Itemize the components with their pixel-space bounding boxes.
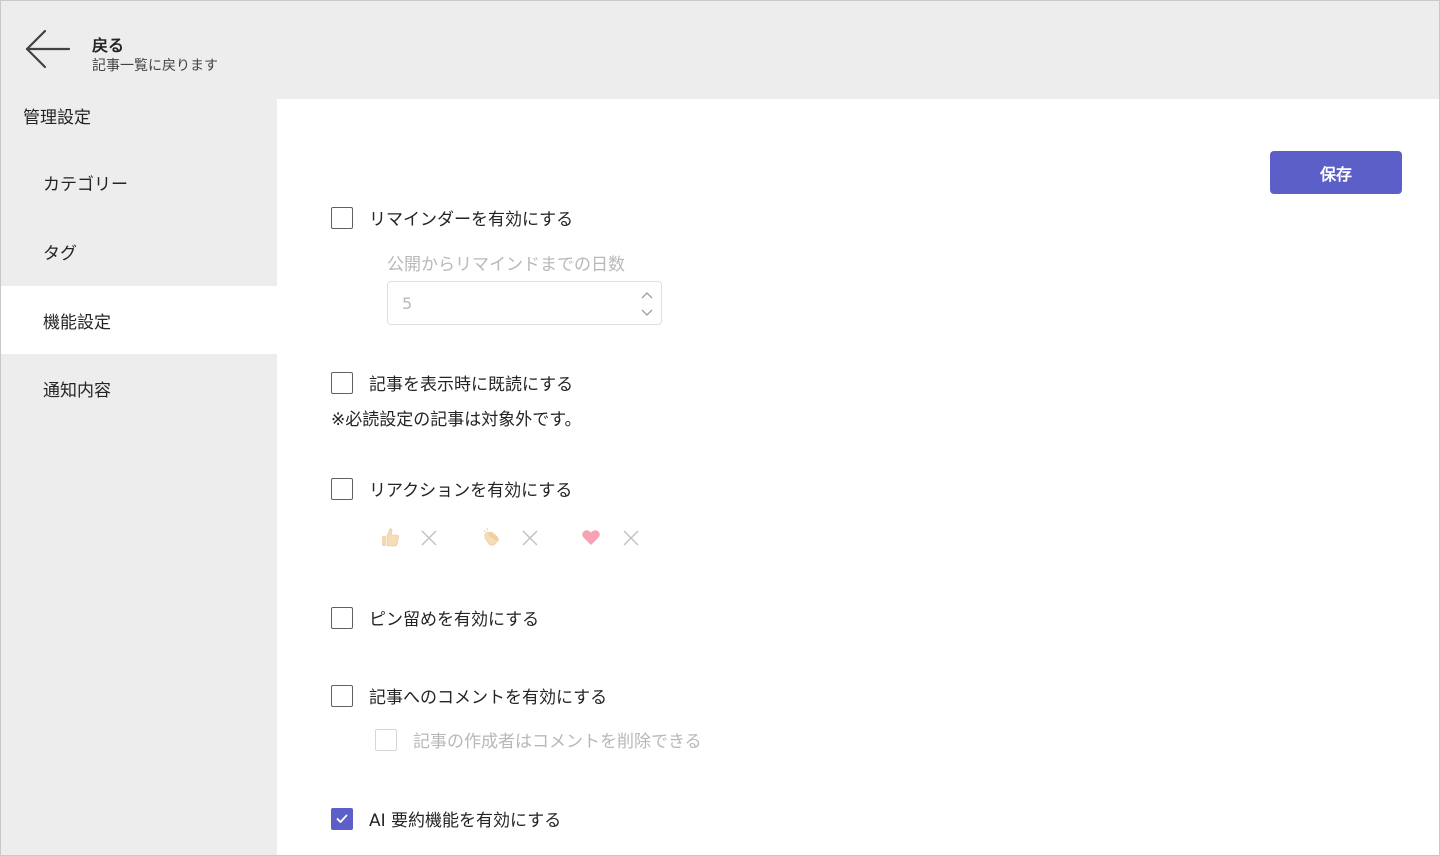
settings-panel: 保存 リマインダーを有効にする 公開からリマインドまでの日数 5 記事を表示時に…: [277, 99, 1439, 855]
app-window: 戻る 記事一覧に戻ります 管理設定 カテゴリー タグ 機能設定 通知内容 保存 …: [0, 0, 1440, 856]
close-icon[interactable]: [620, 527, 642, 549]
author-delete-setting: 記事の作成者はコメントを削除できる: [375, 727, 702, 752]
comments-checkbox[interactable]: [331, 684, 353, 707]
mark-read-label: 記事を表示時に既読にする: [369, 375, 574, 395]
ai-summary-checkbox[interactable]: [331, 807, 353, 830]
reminder-setting: リマインダーを有効にする: [331, 205, 573, 230]
reactions-label: リアクションを有効にする: [369, 481, 573, 501]
sidebar: 管理設定 カテゴリー タグ 機能設定 通知内容: [1, 99, 277, 855]
reactions-checkbox[interactable]: [331, 477, 353, 500]
save-button[interactable]: 保存: [1270, 151, 1402, 194]
mark-read-setting: 記事を表示時に既読にする: [331, 370, 573, 395]
chevron-up-icon[interactable]: [639, 287, 655, 301]
pin-checkbox[interactable]: [331, 606, 353, 629]
close-icon[interactable]: [418, 527, 440, 549]
reminder-days-input[interactable]: 5: [387, 281, 662, 325]
sidebar-item-feature-settings[interactable]: 機能設定: [1, 286, 277, 354]
checkmark-icon: [336, 814, 348, 823]
sidebar-title: 管理設定: [23, 108, 91, 128]
author-delete-checkbox[interactable]: [375, 728, 397, 751]
reminder-days-value: 5: [402, 294, 413, 313]
sidebar-item-notification-content[interactable]: 通知内容: [1, 354, 277, 422]
back-subtitle: 記事一覧に戻ります: [92, 58, 218, 74]
ai-summary-label: AI 要約機能を有効にする: [369, 811, 562, 831]
sidebar-item-label: カテゴリー: [43, 174, 128, 195]
header: 戻る 記事一覧に戻ります: [1, 1, 1439, 99]
sidebar-item-category[interactable]: カテゴリー: [1, 148, 277, 216]
clapping-hands-icon: [480, 526, 502, 548]
close-icon[interactable]: [519, 527, 541, 549]
sidebar-item-label: タグ: [43, 243, 77, 264]
sidebar-item-tag[interactable]: タグ: [1, 217, 277, 285]
back-title[interactable]: 戻る: [92, 32, 124, 56]
sidebar-item-label: 通知内容: [43, 380, 111, 401]
author-delete-label: 記事の作成者はコメントを削除できる: [413, 732, 702, 752]
back-arrow-icon[interactable]: [23, 27, 71, 71]
pin-label: ピン留めを有効にする: [369, 610, 540, 630]
reminder-label: リマインダーを有効にする: [369, 210, 574, 230]
thumbs-up-icon: [379, 526, 401, 548]
pin-setting: ピン留めを有効にする: [331, 605, 539, 630]
ai-summary-setting: AI 要約機能を有効にする: [331, 806, 561, 831]
reminder-checkbox[interactable]: [331, 206, 353, 229]
reactions-setting: リアクションを有効にする: [331, 476, 572, 501]
comments-setting: 記事へのコメントを有効にする: [331, 683, 607, 708]
comments-label: 記事へのコメントを有効にする: [369, 688, 608, 708]
mark-read-checkbox[interactable]: [331, 371, 353, 394]
chevron-down-icon[interactable]: [639, 305, 655, 319]
reminder-days-label: 公開からリマインドまでの日数: [387, 255, 625, 275]
heart-icon: [580, 526, 602, 548]
sidebar-item-label: 機能設定: [43, 312, 111, 333]
mark-read-note: ※必読設定の記事は対象外です。: [331, 410, 582, 430]
